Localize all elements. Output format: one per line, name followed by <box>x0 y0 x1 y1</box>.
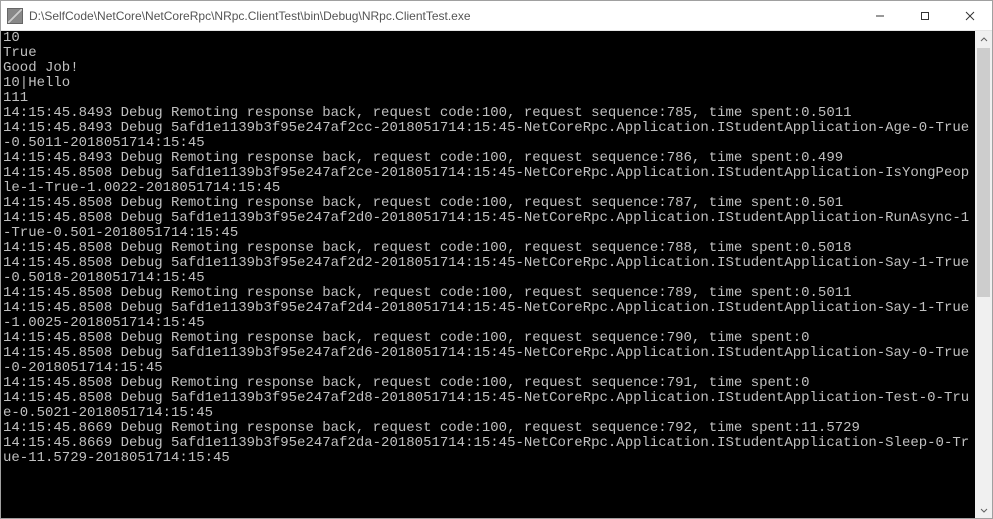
chevron-up-icon <box>980 36 988 44</box>
scroll-track[interactable] <box>975 48 992 501</box>
console-output[interactable]: 10 True Good Job! 10|Hello 111 14:15:45.… <box>1 31 975 518</box>
close-button[interactable] <box>947 1 992 30</box>
scroll-thumb[interactable] <box>977 48 990 297</box>
vertical-scrollbar[interactable] <box>975 31 992 518</box>
maximize-icon <box>920 11 930 21</box>
window-title: D:\SelfCode\NetCore\NetCoreRpc\NRpc.Clie… <box>29 9 857 23</box>
console-area: 10 True Good Job! 10|Hello 111 14:15:45.… <box>1 31 992 518</box>
titlebar[interactable]: D:\SelfCode\NetCore\NetCoreRpc\NRpc.Clie… <box>1 1 992 31</box>
scroll-up-arrow[interactable] <box>975 31 992 48</box>
scroll-down-arrow[interactable] <box>975 501 992 518</box>
minimize-button[interactable] <box>857 1 902 30</box>
minimize-icon <box>875 11 885 21</box>
window-controls <box>857 1 992 30</box>
chevron-down-icon <box>980 506 988 514</box>
close-icon <box>965 11 975 21</box>
app-icon <box>7 8 23 24</box>
maximize-button[interactable] <box>902 1 947 30</box>
